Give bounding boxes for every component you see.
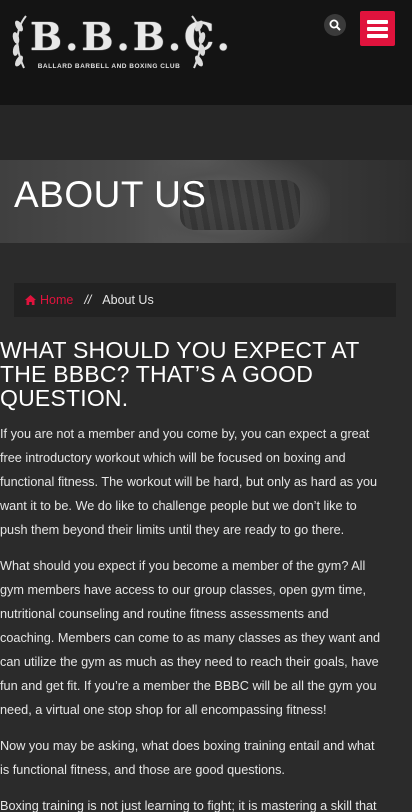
paragraph-questions: Now you may be asking, what does boxing …	[0, 734, 412, 782]
paragraph-membership: What should you expect if you become a m…	[0, 554, 412, 722]
laurel-left-icon	[12, 15, 27, 69]
paragraph-line: gym members have access to our group cla…	[0, 583, 366, 597]
hero-banner: ABOUT US	[0, 160, 412, 243]
paragraph-line: need, a virtual one stop shop for all en…	[0, 703, 327, 717]
header-band	[0, 105, 412, 160]
home-icon	[25, 295, 36, 305]
laurel-right-icon	[191, 15, 206, 69]
paragraph-line: Boxing training is not just learning to …	[0, 799, 377, 812]
heading-line: QUESTION.	[0, 385, 129, 411]
search-button[interactable]	[324, 14, 346, 36]
paragraph-line: coaching. Members can come to as many cl…	[0, 631, 381, 645]
breadcrumb-home-link[interactable]: Home	[25, 293, 73, 307]
paragraph-line: can utilize the gym as much as they need…	[0, 655, 379, 669]
site-header: B.B.B.C. BALLARD BARBELL AND BOXING CLUB	[0, 0, 412, 105]
paragraph-line: functional fitness. The workout will be …	[0, 475, 378, 489]
hamburger-menu-icon	[367, 27, 388, 31]
heading-line: THE BBBC? THAT’S A GOOD	[0, 361, 314, 387]
paragraph-line: fun and get fit. If you’re a member the …	[0, 679, 377, 693]
hamburger-menu-icon	[367, 34, 388, 38]
logo-text: B.B.B.C.	[30, 14, 233, 59]
paragraph-line: Now you may be asking, what does boxing …	[0, 739, 375, 753]
breadcrumb: Home // About Us	[14, 283, 396, 317]
breadcrumb-current: About Us	[102, 293, 154, 307]
breadcrumb-home-label: Home	[40, 293, 74, 307]
paragraph-line: nutritional counseling and routine fitne…	[0, 607, 329, 621]
hamburger-menu-icon	[367, 20, 388, 24]
heading-line: WHAT SHOULD YOU EXPECT AT	[0, 337, 360, 363]
paragraph-boxing-training: Boxing training is not just learning to …	[0, 794, 412, 812]
menu-button[interactable]	[360, 11, 395, 46]
site-logo[interactable]: B.B.B.C. BALLARD BARBELL AND BOXING CLUB	[10, 12, 233, 74]
breadcrumb-separator: //	[84, 293, 92, 307]
page-title: ABOUT US	[14, 174, 207, 215]
paragraph-line: is functional fitness, and those are goo…	[0, 763, 285, 777]
paragraph-line: free introductory workout which will be …	[0, 451, 346, 465]
main-content: WHAT SHOULD YOU EXPECT AT THE BBBC? THAT…	[0, 338, 412, 812]
paragraph-intro: If you are not a member and you come by,…	[0, 422, 412, 542]
paragraph-line: want it to be. We do like to challenge p…	[0, 499, 357, 513]
paragraph-line: If you are not a member and you come by,…	[0, 427, 370, 441]
section-heading: WHAT SHOULD YOU EXPECT AT THE BBBC? THAT…	[0, 338, 412, 410]
paragraph-line: push them beyond their limits until they…	[0, 523, 345, 537]
search-icon	[329, 19, 341, 31]
logo-subtitle: BALLARD BARBELL AND BOXING CLUB	[37, 63, 181, 70]
paragraph-line: What should you expect if you become a m…	[0, 559, 366, 573]
